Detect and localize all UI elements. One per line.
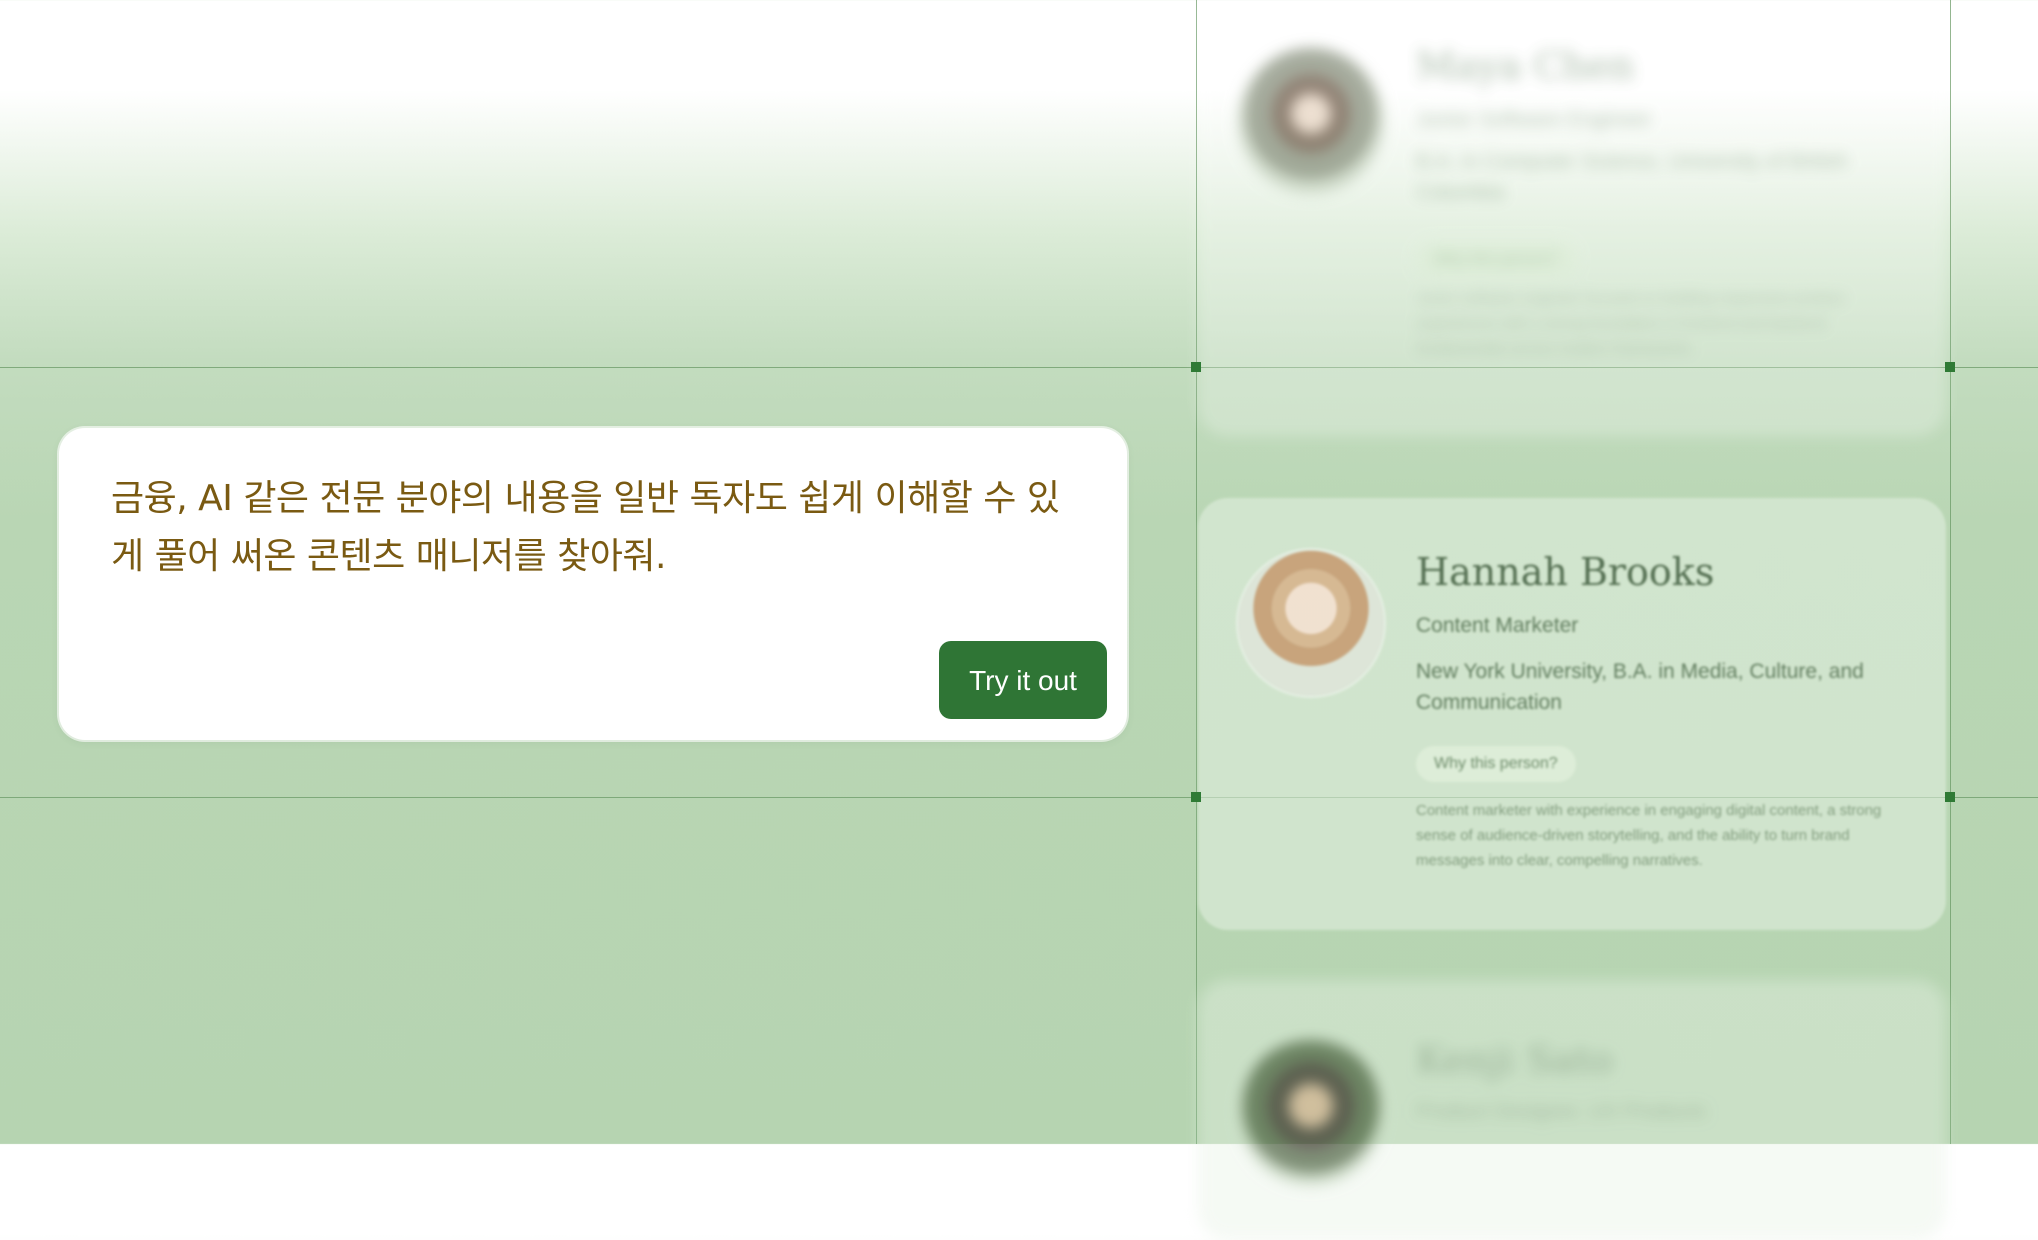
selection-handle-top-right[interactable] xyxy=(1945,362,1955,372)
profile-role: Content Marketer xyxy=(1416,614,1579,637)
avatar-maya xyxy=(1238,48,1384,194)
guide-line-right xyxy=(1950,0,1951,1144)
profile-name: Hannah Brooks xyxy=(1416,550,1715,594)
profile-education: New York University, B.A. in Media, Cult… xyxy=(1416,660,1864,714)
profile-name: Kenji Sato xyxy=(1416,1038,1614,1082)
profile-description: Junior software engineer focused on buil… xyxy=(1416,290,1845,357)
profile-card-maya: Maya Chen Junior Software Engineer B.A. … xyxy=(1198,0,1946,436)
profile-description: Content marketer with experience in enga… xyxy=(1416,802,1882,869)
profile-card-hannah: Hannah Brooks Content Marketer New York … xyxy=(1198,498,1946,930)
profile-name: Maya Chen xyxy=(1416,44,1635,88)
prompt-card: 금융, AI 같은 전문 분야의 내용을 일반 독자도 쉽게 이해할 수 있게 … xyxy=(59,428,1127,740)
avatar-kenji xyxy=(1238,1040,1384,1186)
selection-handle-bottom-right[interactable] xyxy=(1945,792,1955,802)
profile-card-kenji: Kenji Sato Product Designer, UX Products xyxy=(1198,980,1946,1240)
why-this-person-pill: Why this person? xyxy=(1416,242,1576,278)
try-it-out-button[interactable]: Try it out xyxy=(939,641,1107,719)
why-this-person-pill: Why this person? xyxy=(1416,746,1576,782)
profile-role: Product Designer, UX Products xyxy=(1416,1100,1707,1123)
selection-handle-bottom-left[interactable] xyxy=(1191,792,1201,802)
profile-role: Junior Software Engineer xyxy=(1416,108,1652,131)
guide-line-left xyxy=(1196,0,1197,1144)
prompt-text: 금융, AI 같은 전문 분야의 내용을 일반 독자도 쉽게 이해할 수 있게 … xyxy=(111,478,1060,577)
avatar-hannah xyxy=(1238,550,1384,696)
selection-handle-top-left[interactable] xyxy=(1191,362,1201,372)
profile-education: B.A. in Computer Science, University of … xyxy=(1416,150,1848,204)
